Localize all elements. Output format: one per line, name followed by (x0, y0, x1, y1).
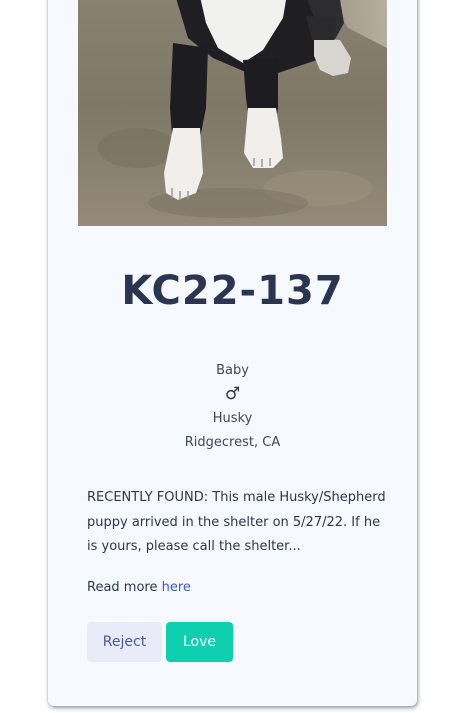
pet-location: Ridgecrest, CA (184, 435, 281, 450)
pet-breed: Husky (212, 411, 253, 426)
pet-age: Baby (216, 363, 249, 378)
pet-description: RECENTLY FOUND: This male Husky/Shepherd… (87, 490, 386, 554)
read-more-prefix: Read more (87, 580, 162, 595)
read-more-link[interactable]: here (162, 580, 191, 595)
male-gender-icon: ♂ (224, 384, 241, 404)
pet-card: KC22-137 Baby ♂ Husky Ridgecrest, CA REC… (48, 0, 417, 706)
reject-button[interactable]: Reject (87, 622, 162, 662)
read-more: Read more here (87, 580, 191, 595)
puppy-photo (78, 0, 387, 226)
pet-name: KC22-137 (121, 268, 344, 314)
love-button[interactable]: Love (166, 622, 233, 662)
pet-photo (78, 0, 387, 226)
